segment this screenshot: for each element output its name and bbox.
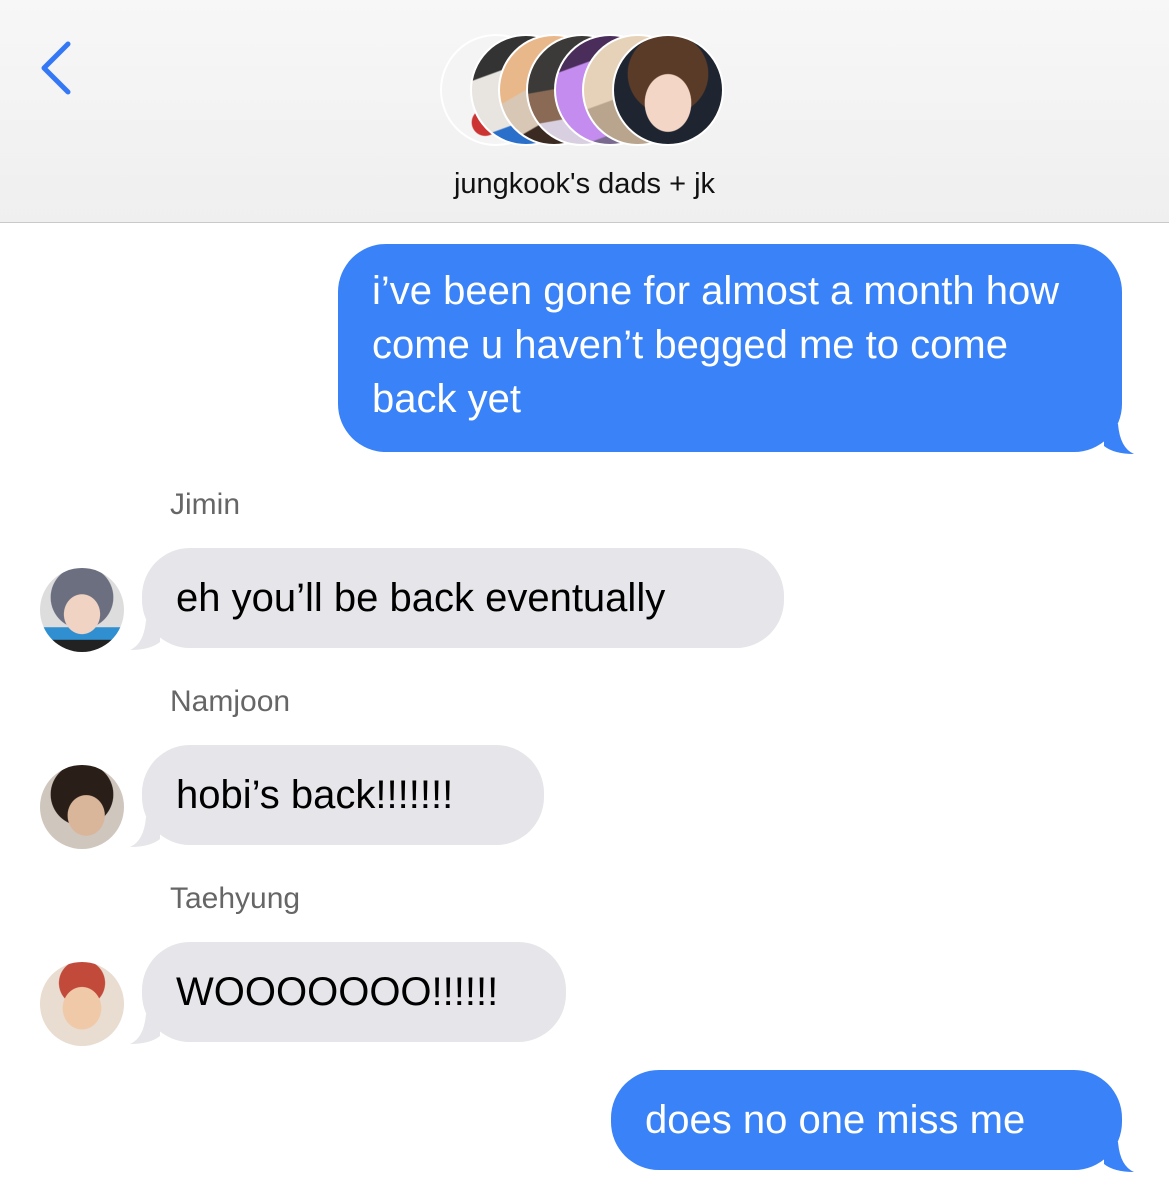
sender-name: Namjoon: [170, 685, 291, 718]
sender-name: Jimin: [170, 488, 241, 521]
message-bubble-sent[interactable]: i’ve been gone for almost a month how co…: [338, 244, 1134, 454]
avatar-namjoon[interactable]: [40, 765, 124, 849]
back-button[interactable]: [36, 38, 76, 98]
chevron-left-icon: [41, 41, 71, 95]
conversation-header: jungkook's dads + jk: [0, 0, 1169, 223]
message-bubble-received[interactable]: eh you’ll be back eventually: [130, 548, 784, 650]
avatar-taehyung[interactable]: [40, 962, 124, 1046]
message-text: hobi’s back!!!!!!!: [176, 773, 454, 817]
message-text: eh you’ll be back eventually: [176, 576, 666, 620]
sender-name: Taehyung: [170, 882, 301, 915]
message-bubble-received[interactable]: hobi’s back!!!!!!!: [130, 745, 544, 847]
message-bubble-sent[interactable]: does no one miss me: [611, 1070, 1134, 1172]
message-text: WOOOOOOO!!!!!!: [176, 970, 499, 1014]
conversation-title: jungkook's dads + jk: [453, 168, 716, 200]
avatar: [612, 34, 724, 146]
message-bubble-received[interactable]: WOOOOOOO!!!!!!: [130, 942, 566, 1044]
message-text: i’ve been gone for almost a month how co…: [372, 269, 1060, 421]
group-avatars[interactable]: [440, 34, 730, 150]
message-text: does no one miss me: [645, 1098, 1026, 1142]
avatar-jimin[interactable]: [40, 568, 124, 652]
